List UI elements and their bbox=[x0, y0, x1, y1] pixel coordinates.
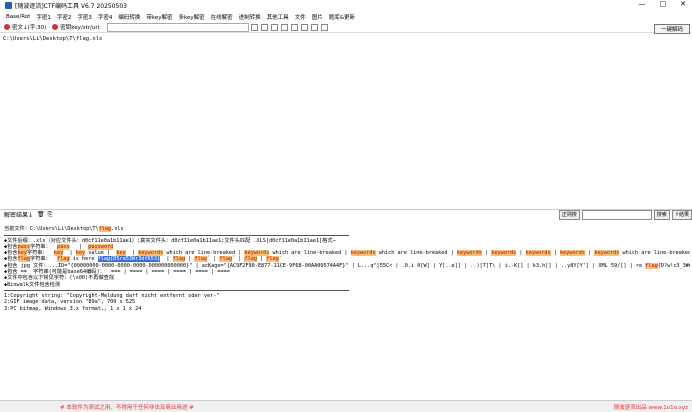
status-disclaimer: # 本软件为测试之用，不得用于任何非法及商业用途 # bbox=[60, 405, 194, 411]
menu-file[interactable]: 文件 bbox=[295, 13, 306, 21]
toolbar: 密文↓(字:30) 密钥key/str/url: bbox=[0, 22, 692, 33]
search-button[interactable]: 搜索 bbox=[653, 210, 670, 220]
order-button[interactable]: ↑结果 bbox=[671, 210, 692, 220]
one-click-decode-button[interactable]: 一键解码 bbox=[654, 24, 690, 34]
menu-base-rot[interactable]: Base/Rot bbox=[6, 14, 30, 20]
key-label-group: 密钥key/str/url: bbox=[52, 23, 101, 31]
trash-icon[interactable] bbox=[261, 23, 269, 31]
save-icon[interactable] bbox=[281, 23, 289, 31]
title-bar: [随波逐流]CTF编码工具 V6.7 20250503 — □ ✕ bbox=[0, 0, 692, 11]
menu-radix[interactable]: 进制转换 bbox=[239, 13, 261, 21]
key-input[interactable] bbox=[107, 22, 250, 32]
settings-icon[interactable] bbox=[321, 23, 329, 31]
editor-content: C:\Users\Li\Desktop\T\flag.xls bbox=[3, 36, 103, 42]
status-credit: 随波逐流出品 www.1o1o.xyz bbox=[613, 405, 688, 411]
doc-icon[interactable] bbox=[251, 23, 259, 31]
result-label: 解密结果↓ bbox=[4, 212, 34, 219]
like-icon[interactable] bbox=[301, 23, 309, 31]
divider bbox=[4, 289, 349, 291]
copy-icon[interactable] bbox=[271, 23, 279, 31]
menu-encoding[interactable]: 编码转换 bbox=[118, 13, 140, 21]
menu-zimi4[interactable]: 字密4 bbox=[98, 13, 113, 21]
menu-bar: Base/Rot 字密1 字密2 字密3 字密4 编码转换 带key解密 多ke… bbox=[0, 12, 692, 21]
window-title: [随波逐流]CTF编码工具 V6.7 20250503 bbox=[15, 3, 127, 10]
key-label: 密钥key/str/url: bbox=[60, 25, 102, 31]
menu-multikey-decrypt[interactable]: 多key解密 bbox=[179, 13, 205, 21]
key-icon bbox=[52, 24, 59, 30]
menu-tools[interactable]: 其他工具 bbox=[267, 13, 289, 21]
menu-online[interactable]: 在线解密 bbox=[211, 13, 233, 21]
menu-zimi1[interactable]: 字密1 bbox=[36, 13, 51, 21]
clear-icon[interactable]: 🗑 bbox=[37, 211, 45, 218]
regex-search-button[interactable]: 正则搜 bbox=[558, 210, 580, 220]
cipher-editor[interactable]: C:\Users\Li\Desktop\T\flag.xls bbox=[0, 34, 692, 209]
cipher-label-group: 密文↓(字:30) bbox=[4, 23, 46, 31]
output-line: 当前文件：C:\Users\Li\Desktop\T\flag.xls bbox=[4, 226, 124, 233]
menu-zimi3[interactable]: 字密3 bbox=[77, 13, 92, 21]
cipher-label: 密文↓(字:30) bbox=[12, 25, 47, 31]
close-button[interactable]: ✕ bbox=[680, 0, 686, 8]
menu-image[interactable]: 图片 bbox=[312, 13, 323, 21]
menu-key-decrypt[interactable]: 带key解密 bbox=[146, 13, 172, 21]
search-input[interactable] bbox=[581, 210, 652, 220]
output-line: ◆Binwalk文件包含检测 bbox=[4, 281, 61, 288]
search-bar: 正则搜 搜索 ↑结果 bbox=[558, 210, 692, 220]
toolbar-icons bbox=[251, 23, 329, 31]
cipher-icon bbox=[4, 24, 10, 30]
copy-result-icon[interactable]: ⎘ bbox=[48, 211, 53, 219]
window-controls: — □ ✕ bbox=[639, 0, 687, 8]
maximize-button[interactable]: □ bbox=[660, 0, 667, 8]
menu-update[interactable]: 题库&更新 bbox=[329, 13, 355, 21]
menu-zimi2[interactable]: 字密2 bbox=[57, 13, 72, 21]
zoom-icon[interactable] bbox=[291, 23, 299, 31]
result-output[interactable]: 当前文件：C:\Users\Li\Desktop\T\flag.xls ◆文件后缀… bbox=[4, 220, 690, 318]
divider bbox=[4, 234, 349, 236]
status-bar: # 本软件为测试之用，不得用于任何非法及商业用途 # 随波逐流出品 www.1o… bbox=[0, 400, 692, 412]
app-icon bbox=[5, 2, 12, 9]
output-line: 3:PC bitmap, Windows 3.x format,, 1 x 1 … bbox=[4, 305, 142, 312]
minimize-button[interactable]: — bbox=[639, 0, 646, 8]
user-icon[interactable] bbox=[311, 23, 319, 31]
